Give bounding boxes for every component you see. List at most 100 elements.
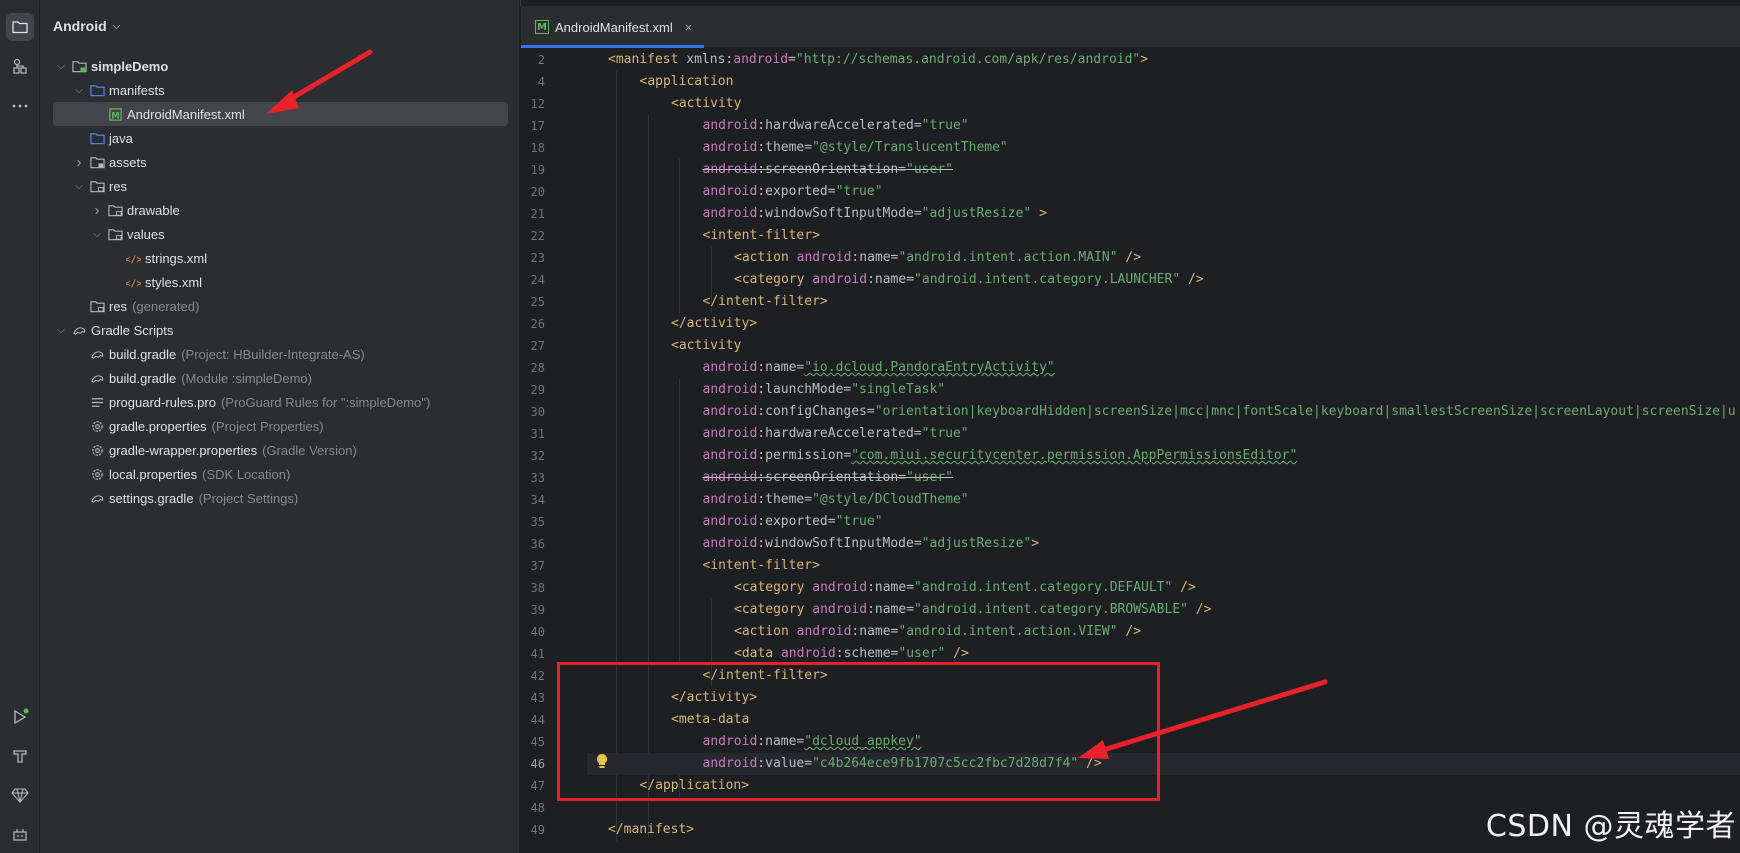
chevron-down-icon[interactable]: ⌵ xyxy=(89,229,105,240)
run-icon[interactable] xyxy=(6,703,34,731)
code-token: "dcloud_appkey" xyxy=(804,734,922,749)
code-line: <data android:scheme="user" /> xyxy=(587,643,1740,665)
tree-item-hint: (Project Properties) xyxy=(211,418,324,434)
code-line: <intent-filter> xyxy=(587,555,1740,577)
code-line: android:theme="@style/TranslucentTheme" xyxy=(587,137,1740,159)
tree-item[interactable]: java xyxy=(40,126,520,150)
git-icon[interactable] xyxy=(6,821,34,849)
more-icon[interactable] xyxy=(6,92,34,120)
code-token: <manifest xyxy=(608,52,687,67)
chevron-down-icon[interactable]: ⌵ xyxy=(53,61,69,72)
line-number: 35 xyxy=(530,515,545,529)
code-token: </intent-filter> xyxy=(702,294,828,309)
chevron-down-icon[interactable]: ⌵ xyxy=(53,325,69,336)
line-number: 45 xyxy=(530,735,545,749)
tree-item[interactable]: gradle-wrapper.properties (Gradle Version… xyxy=(40,438,520,462)
tree-item[interactable]: local.properties (SDK Location) xyxy=(40,462,520,486)
code-token: android xyxy=(702,426,758,441)
tree-item[interactable]: ⌵ values xyxy=(40,222,520,246)
close-icon[interactable]: × xyxy=(685,20,693,35)
code-token: :windowSoftInputMode= xyxy=(757,536,922,551)
code-token: "orientation|keyboardHidden|screenSize|m… xyxy=(874,404,1736,419)
gradle-icon xyxy=(89,490,105,506)
code-token: "http://schemas.android.com/apk/res/andr… xyxy=(795,52,1141,67)
project-folder-icon[interactable] xyxy=(6,13,34,41)
code-line: android:windowSoftInputMode="adjustResiz… xyxy=(587,533,1740,555)
svg-text:</>: </> xyxy=(126,254,141,265)
code-token: :hardwareAccelerated= xyxy=(757,118,922,133)
code-token: "user" xyxy=(906,162,953,177)
tree-item[interactable]: </> styles.xml xyxy=(40,270,520,294)
gem-icon[interactable] xyxy=(6,781,34,809)
code-line: <action android:name="android.intent.act… xyxy=(587,621,1740,643)
code-token: <action xyxy=(734,624,797,639)
tree-item-hint: (Module :simpleDemo) xyxy=(181,370,312,386)
tree-item[interactable]: › drawable xyxy=(40,198,520,222)
gradle-icon xyxy=(89,346,105,362)
code-token: android xyxy=(702,404,758,419)
tree-item[interactable]: ⌵ Gradle Scripts xyxy=(40,318,520,342)
code-token: android xyxy=(702,162,758,177)
chevron-down-icon[interactable]: ⌵ xyxy=(71,181,87,192)
tree-item[interactable]: build.gradle (Module :simpleDemo) xyxy=(40,366,520,390)
code-token: "true" xyxy=(921,426,969,441)
tree-item[interactable]: gradle.properties (Project Properties) xyxy=(40,414,520,438)
tree-item-label: values xyxy=(127,226,165,242)
active-tab-indicator xyxy=(521,45,704,48)
code-token: :name= xyxy=(757,360,805,375)
watermark: CSDN @灵魂学者 xyxy=(1485,809,1736,844)
tree-item[interactable]: build.gradle (Project: HBuilder-Integrate… xyxy=(40,342,520,366)
code-token: "android.intent.action.VIEW" xyxy=(898,624,1118,639)
tree-item[interactable]: ⌵ res xyxy=(40,174,520,198)
code-token: android xyxy=(702,118,758,133)
code-line: <application xyxy=(587,71,1740,93)
line-number: 2 xyxy=(537,53,545,67)
tree-item[interactable]: res (generated) xyxy=(40,294,520,318)
project-tree: ⌵ simpleDemo ⌵ manifests M AndroidManifest.xm… xyxy=(40,54,520,510)
code-token: "adjustResize" xyxy=(921,536,1032,551)
activity-bar xyxy=(0,0,40,853)
line-number: 18 xyxy=(530,141,545,155)
tree-item[interactable]: </> strings.xml xyxy=(40,246,520,270)
build-icon[interactable] xyxy=(6,742,34,770)
code-token: /> xyxy=(1078,756,1102,771)
tree-item-hint: (SDK Location) xyxy=(202,466,291,482)
svg-text:M: M xyxy=(111,110,119,120)
line-number: 47 xyxy=(530,779,545,793)
code-token: "true" xyxy=(835,514,883,529)
code-token: android xyxy=(702,360,758,375)
code-token: :windowSoftInputMode= xyxy=(757,206,922,221)
code-token: :configChanges= xyxy=(757,404,875,419)
code-token: "user" xyxy=(898,646,946,661)
tab-androidmanifest[interactable]: M AndroidManifest.xml × xyxy=(521,6,704,48)
line-number: 17 xyxy=(530,119,545,133)
tree-item-label: res xyxy=(109,178,128,194)
tree-item[interactable]: › assets xyxy=(40,150,520,174)
chevron-right-icon[interactable]: › xyxy=(71,154,87,171)
tree-item[interactable]: ⌵ simpleDemo xyxy=(40,54,520,78)
line-number: 42 xyxy=(530,669,545,683)
folder-icon xyxy=(89,82,105,98)
code-line: </intent-filter> xyxy=(587,665,1740,687)
lightbulb-icon[interactable] xyxy=(595,753,609,769)
code-token: android xyxy=(702,492,758,507)
line-number: 44 xyxy=(530,713,545,727)
project-view-selector[interactable]: Android ⌵ xyxy=(53,18,120,34)
svg-text:</>: </> xyxy=(126,278,141,289)
code-token: :screenOrientation= xyxy=(757,470,907,485)
tree-item[interactable]: M AndroidManifest.xml xyxy=(53,102,508,126)
tree-item-label: local.properties xyxy=(109,466,198,482)
chevron-down-icon[interactable]: ⌵ xyxy=(71,85,87,96)
tree-item[interactable]: proguard-rules.pro (ProGuard Rules for ":… xyxy=(40,390,520,414)
code-line: android:screenOrientation="user" xyxy=(587,467,1740,489)
tree-item[interactable]: settings.gradle (Project Settings) xyxy=(40,486,520,510)
code-editor[interactable]: <manifest xmlns:android="http://schemas.… xyxy=(587,49,1740,853)
structure-icon[interactable] xyxy=(6,52,34,80)
code-token: </activity> xyxy=(671,316,758,331)
tree-item[interactable]: ⌵ manifests xyxy=(40,78,520,102)
code-token: <activity xyxy=(671,338,742,353)
chevron-right-icon[interactable]: › xyxy=(89,202,105,219)
code-line: android:hardwareAccelerated="true" xyxy=(587,115,1740,137)
project-view-label: Android xyxy=(53,18,107,34)
code-token: "true" xyxy=(921,118,969,133)
